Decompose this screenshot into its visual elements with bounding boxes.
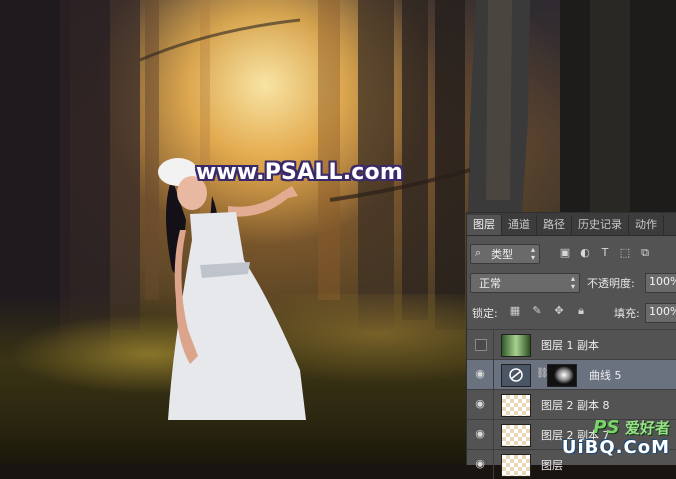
panel-tabs: 图层 通道 路径 历史记录 动作 xyxy=(467,213,676,236)
layer-mask-thumbnail[interactable] xyxy=(547,364,577,387)
dropdown-arrows-icon: ▴ ▾ xyxy=(570,274,575,291)
site-logo-ps: PS xyxy=(593,417,620,438)
fill-value: 100% xyxy=(649,305,676,318)
shape-filter-icon[interactable]: ⬚ xyxy=(619,247,631,258)
hidden-visibility-box xyxy=(475,339,487,351)
eye-icon: ◉ xyxy=(475,457,485,470)
layer-row[interactable]: 图层 1 副本 xyxy=(467,329,676,359)
visibility-toggle[interactable]: ◉ xyxy=(467,420,494,449)
tab-paths[interactable]: 路径 xyxy=(537,215,572,235)
eye-icon: ◉ xyxy=(475,397,485,410)
lock-row: 锁定: ▦ ✎ ✥ 🔒︎ 填充: 100% xyxy=(467,301,676,323)
site-logo-url: UiBQ.CoM xyxy=(561,437,670,458)
opacity-label: 不透明度: xyxy=(587,277,635,290)
tab-history[interactable]: 历史记录 xyxy=(572,215,629,235)
smart-object-filter-icon[interactable]: ⧉ xyxy=(639,247,651,258)
blend-mode-select[interactable]: 正常 ▴ ▾ xyxy=(470,273,580,293)
layer-name: 图层 xyxy=(541,459,563,472)
image-filter-icon[interactable]: ▣ xyxy=(559,247,571,258)
white-dress xyxy=(168,212,306,420)
layer-thumbnail xyxy=(501,454,531,477)
curves-adjustment-thumbnail xyxy=(501,364,531,387)
layer-name: 图层 2 副本 8 xyxy=(541,399,610,412)
visibility-toggle[interactable]: ◉ xyxy=(467,360,494,389)
layer-name: 图层 1 副本 xyxy=(541,339,599,352)
site-logo-text: 爱好者 xyxy=(624,419,670,437)
search-icon: ⌕ xyxy=(475,246,482,259)
adjustment-filter-icon[interactable]: ◐ xyxy=(579,247,591,258)
dropdown-arrows-icon: ▴ ▾ xyxy=(530,245,535,262)
blend-row: 正常 ▴▾ 不透明度: 100% xyxy=(467,271,676,293)
lock-label: 锁定: xyxy=(472,307,498,320)
curves-icon xyxy=(509,368,523,382)
visibility-toggle[interactable] xyxy=(467,330,494,359)
visibility-toggle[interactable]: ◉ xyxy=(467,450,494,479)
fill-label: 填充: xyxy=(614,307,640,320)
layer-row-selected[interactable]: ◉ ⛓ 曲线 5 xyxy=(467,359,676,389)
layer-filter-row: ⌕ 类型 ▴ ▾ ▣ ◐ T ⬚ ⧉ xyxy=(467,242,676,264)
eye-icon: ◉ xyxy=(475,427,485,440)
tab-actions[interactable]: 动作 xyxy=(629,215,664,235)
filter-type-select[interactable]: ⌕ 类型 ▴ ▾ xyxy=(470,244,540,264)
tab-layers[interactable]: 图层 xyxy=(467,215,502,235)
layer-thumbnail xyxy=(501,424,531,447)
layer-name: 曲线 5 xyxy=(589,369,622,382)
lock-move-icon[interactable]: ✥ xyxy=(553,305,565,317)
fill-field[interactable]: 100% xyxy=(645,303,676,323)
lock-transparent-icon[interactable]: ▦ xyxy=(509,305,521,317)
opacity-value: 100% xyxy=(649,275,676,288)
raised-arm xyxy=(228,186,298,217)
lock-paint-icon[interactable]: ✎ xyxy=(531,305,543,317)
layer-row[interactable]: ◉ 图层 2 副本 8 xyxy=(467,389,676,419)
watermark-text: www.PSALL.com xyxy=(196,160,403,185)
layer-thumbnail xyxy=(501,334,531,357)
tab-channels[interactable]: 通道 xyxy=(502,215,537,235)
site-logo: PS 爱好者 UiBQ.CoM xyxy=(562,418,670,458)
filter-type-label: 类型 xyxy=(491,248,513,261)
layer-thumbnail xyxy=(501,394,531,417)
lock-all-icon[interactable]: 🔒︎ xyxy=(575,305,587,317)
blend-mode-label: 正常 xyxy=(479,277,501,290)
eye-icon: ◉ xyxy=(475,367,485,380)
visibility-toggle[interactable]: ◉ xyxy=(467,390,494,419)
type-filter-icon[interactable]: T xyxy=(599,247,611,258)
opacity-field[interactable]: 100% xyxy=(645,273,676,293)
